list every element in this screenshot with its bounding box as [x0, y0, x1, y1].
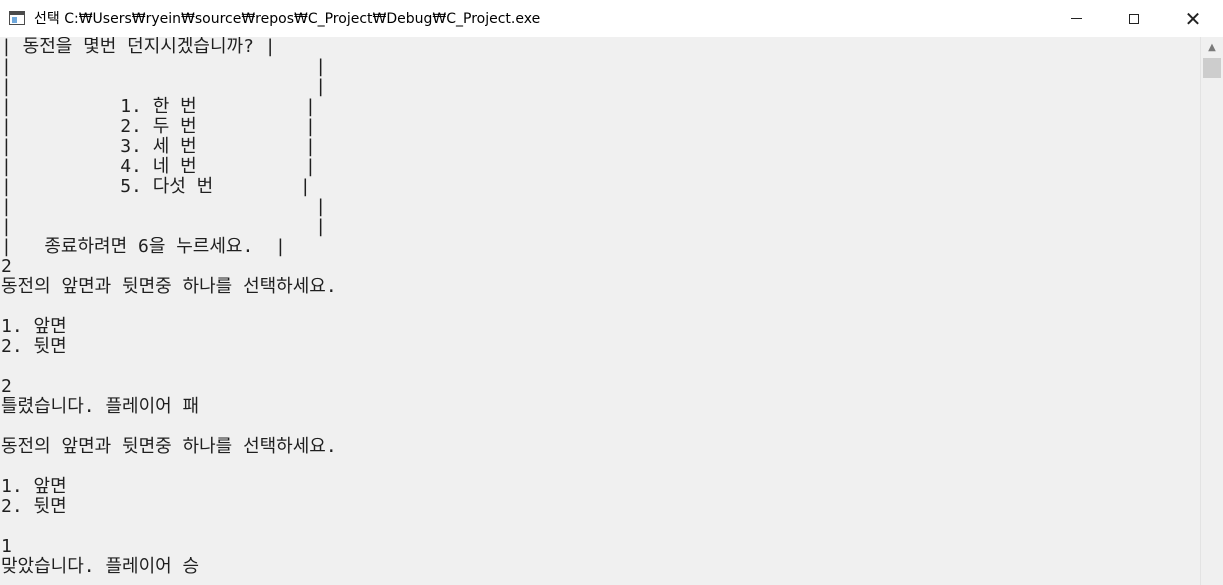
console-line: 2. 뒷면: [1, 496, 67, 517]
console-line: | 4. 네 번 |: [1, 156, 316, 177]
console-line: 동전의 앞면과 뒷면중 하나를 선택하세요.: [1, 436, 337, 457]
maximize-icon: [1129, 13, 1139, 24]
vertical-scrollbar[interactable]: ▲: [1200, 37, 1223, 585]
console-line: 맞았습니다. 플레이어 승: [1, 556, 200, 577]
console-line: | 동전을 몇번 던지시겠습니까? |: [1, 37, 276, 57]
console-line: 동전의 앞면과 뒷면중 하나를 선택하세요.: [1, 276, 337, 297]
scrollbar-thumb[interactable]: [1203, 58, 1221, 78]
console-line: | |: [1, 56, 327, 77]
console-line: 2. 뒷면: [1, 336, 67, 357]
window-title: 선택 C:₩Users₩ryein₩source₩repos₩C_Project…: [34, 11, 541, 27]
console-line: | |: [1, 216, 327, 237]
maximize-button[interactable]: [1105, 0, 1163, 37]
console-line: 1. 앞면: [1, 476, 67, 497]
title-bar[interactable]: 선택 C:₩Users₩ryein₩source₩repos₩C_Project…: [0, 0, 1223, 37]
console-line: 2: [1, 256, 12, 277]
console-line: 틀렸습니다. 플레이어 패: [1, 396, 200, 417]
console-line: 1. 앞면: [1, 316, 67, 337]
close-button[interactable]: ✕: [1163, 0, 1223, 37]
console-line: | 2. 두 번 |: [1, 116, 316, 137]
console-line: | 3. 세 번 |: [1, 136, 316, 157]
close-icon: ✕: [1184, 6, 1202, 31]
console-line: | |: [1, 196, 327, 217]
console-line: | 종료하려면 6을 누르세요. |: [1, 236, 286, 257]
console-line: | 5. 다섯 번 |: [1, 176, 311, 197]
console-line: | |: [1, 76, 327, 97]
console-line: | 1. 한 번 |: [1, 96, 316, 117]
console-line: 1: [1, 536, 12, 557]
console-line: 2: [1, 376, 12, 397]
scroll-up-arrow-icon[interactable]: ▲: [1201, 37, 1223, 57]
console-app-icon[interactable]: [9, 11, 25, 25]
minimize-icon: [1070, 18, 1082, 19]
minimize-button[interactable]: [1047, 0, 1105, 37]
console-output[interactable]: | 동전을 몇번 던지시겠습니까? | | | | | | 1. 한 번 | |…: [0, 37, 1200, 585]
